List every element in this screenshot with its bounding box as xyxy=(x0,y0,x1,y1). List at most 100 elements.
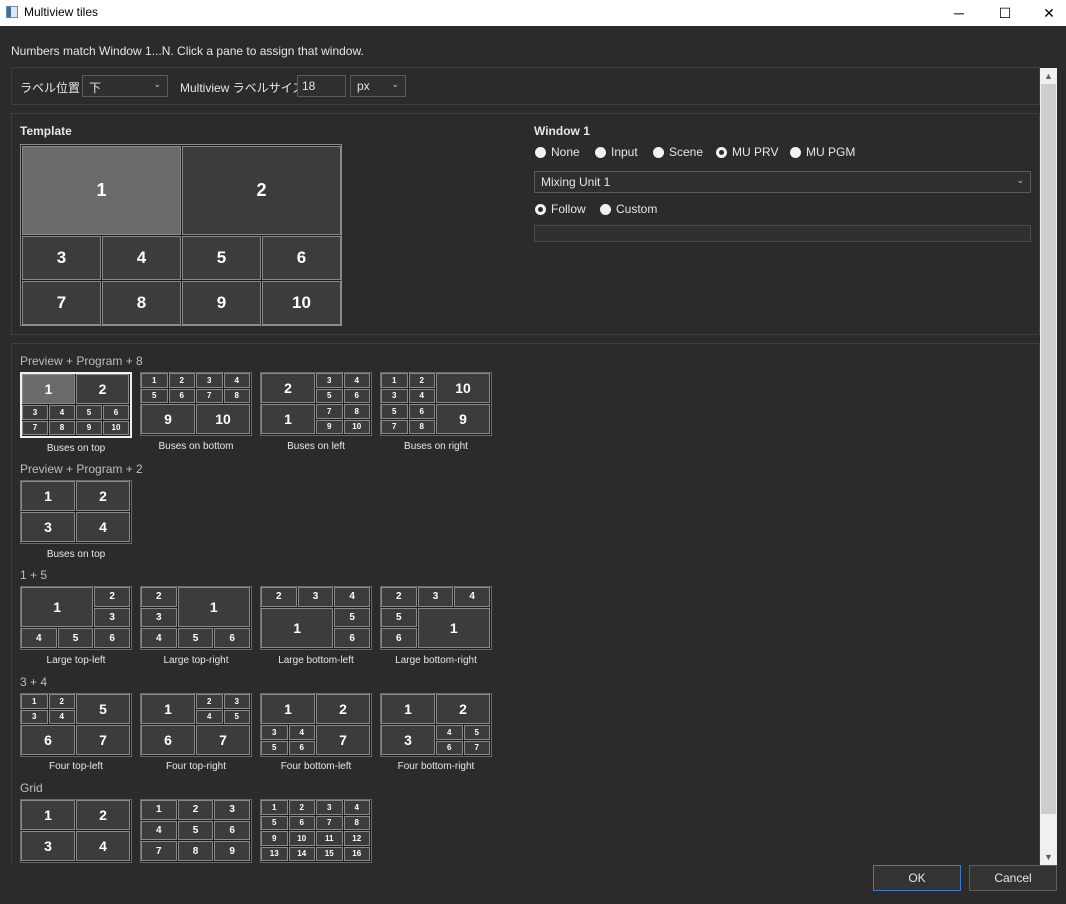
radio-checked-icon xyxy=(716,146,727,158)
thumb-large-top-left[interactable]: 123 456 xyxy=(20,586,132,650)
layout-pane-5: 5 xyxy=(76,694,130,724)
layout-pane-2: 2 xyxy=(48,694,75,709)
radio-icon xyxy=(790,146,801,158)
layout-pane-9: 9 xyxy=(316,419,343,434)
thumb-grid-2x2[interactable]: 1234 xyxy=(20,799,132,863)
thumb-large-bottom-left[interactable]: 234156 xyxy=(260,586,372,650)
layout-pane-4: 4 xyxy=(454,587,490,607)
layout-pane-6: 6 xyxy=(343,388,370,403)
instruction-text: Numbers match Window 1...N. Click a pane… xyxy=(11,44,364,58)
layout-pane-4: 4 xyxy=(288,725,315,740)
layout-pane-4: 4 xyxy=(21,628,57,648)
maximize-button[interactable]: ☐ xyxy=(982,0,1028,26)
window-title: Multiview tiles xyxy=(24,5,99,19)
mode-radio-custom[interactable]: Custom xyxy=(600,202,657,216)
layout-pane-4: 4 xyxy=(334,587,370,607)
label-position-select[interactable]: 下 ⌄ xyxy=(82,75,168,97)
layout-pane-6: 6 xyxy=(103,405,129,420)
layout-pane-5: 5 xyxy=(316,388,343,403)
thumb-four-bottom-left[interactable]: 12 34567 xyxy=(260,693,372,757)
mode-radio-follow[interactable]: Follow xyxy=(535,202,586,216)
thumb-pp8-buses-bottom[interactable]: 1 2 3 4 5 6 7 8 9 10 xyxy=(140,372,252,436)
scroll-up-arrow-icon[interactable]: ▲ xyxy=(1040,68,1057,84)
minimize-button[interactable]: ─ xyxy=(936,0,982,26)
layout-pane-1: 1 xyxy=(21,800,75,830)
layout-pane-1: 1 xyxy=(21,481,75,511)
thumb-pp8-buses-top[interactable]: 1 2 3 4 5 6 7 8 9 10 xyxy=(20,372,132,438)
layout-pane-1: 1 xyxy=(261,404,315,434)
vertical-scrollbar[interactable]: ▲ ▼ xyxy=(1040,68,1057,865)
layout-pane-2: 2 xyxy=(168,373,195,388)
template-pane-10[interactable]: 10 xyxy=(262,281,341,325)
thumb-four-bottom-right[interactable]: 1234567 xyxy=(380,693,492,757)
layout-pane-1: 1 xyxy=(381,694,435,724)
layout-pane-4: 4 xyxy=(223,373,250,388)
thumb-pp8-buses-left[interactable]: 2 3 4 5 6 1 7 8 9 10 xyxy=(260,372,372,436)
source-radio-mu-pgm[interactable]: MU PGM xyxy=(790,145,855,159)
scrollbar-thumb[interactable] xyxy=(1041,84,1056,814)
template-pane-8[interactable]: 8 xyxy=(102,281,181,325)
label-size-unit-select[interactable]: px ⌄ xyxy=(350,75,406,97)
template-pane-7[interactable]: 7 xyxy=(22,281,101,325)
layout-pane-7: 7 xyxy=(316,404,343,419)
template-pane-2[interactable]: 2 xyxy=(182,146,341,235)
ok-button[interactable]: OK xyxy=(873,865,961,891)
layout-pane-2: 2 xyxy=(94,587,130,607)
thumb-pp2-buses-top[interactable]: 1234 xyxy=(20,480,132,544)
source-radio-scene[interactable]: Scene xyxy=(653,145,703,159)
layout-pane-3: 3 xyxy=(21,709,48,724)
caption-buses-on-top: Buses on top xyxy=(46,443,106,454)
close-button[interactable]: ✕ xyxy=(1026,0,1066,26)
thumb-large-top-right[interactable]: 231456 xyxy=(140,586,252,650)
layout-pane-10: 10 xyxy=(196,404,250,434)
template-pane-1[interactable]: 1 xyxy=(22,146,181,235)
source-radio-input[interactable]: Input xyxy=(595,145,638,159)
layout-pane-8: 8 xyxy=(343,404,370,419)
thumb-grid-3x3[interactable]: 123 456 789 xyxy=(140,799,252,863)
thumb-pp8-buses-right[interactable]: 1 2 3 4 10 5 6 7 8 9 xyxy=(380,372,492,436)
thumb-four-top-left[interactable]: 1234567 xyxy=(20,693,132,757)
layout-pane-5: 5 xyxy=(463,725,490,740)
cancel-button[interactable]: Cancel xyxy=(969,865,1057,891)
layout-pane-5: 5 xyxy=(381,404,408,419)
template-pane-6[interactable]: 6 xyxy=(262,236,341,280)
layout-pane-12: 12 xyxy=(343,831,370,846)
thumb-large-bottom-right[interactable]: 234 561 xyxy=(380,586,492,650)
layout-pane-6: 6 xyxy=(141,725,195,755)
layout-pane-2: 2 xyxy=(316,694,370,724)
template-pane-9[interactable]: 9 xyxy=(182,281,261,325)
caption-buses-on-left: Buses on left xyxy=(287,441,345,452)
layout-pane-7: 7 xyxy=(196,388,223,403)
layout-pane-10: 10 xyxy=(103,420,129,435)
custom-text-field[interactable] xyxy=(534,225,1031,242)
layout-pane-6: 6 xyxy=(214,628,250,648)
layout-pane-10: 10 xyxy=(288,831,315,846)
template-pane-5[interactable]: 5 xyxy=(182,236,261,280)
label-size-input[interactable]: 18 xyxy=(297,75,346,97)
thumb-grid-4x4[interactable]: 1 2 3 4 5 6 7 8 9 10 11 12 13 14 15 16 xyxy=(260,799,372,863)
template-pane-4[interactable]: 4 xyxy=(102,236,181,280)
template-pane-3[interactable]: 3 xyxy=(22,236,101,280)
layout-pane-3: 3 xyxy=(316,800,343,815)
caption-large-top-right: Large top-right xyxy=(163,655,229,666)
thumb-four-top-right[interactable]: 12345 67 xyxy=(140,693,252,757)
caption-four-top-right: Four top-right xyxy=(165,761,227,772)
mixing-unit-select[interactable]: Mixing Unit 1 ⌄ xyxy=(534,171,1031,193)
source-radio-none[interactable]: None xyxy=(535,145,580,159)
layout-pane-7: 7 xyxy=(76,725,130,755)
layout-pane-5: 5 xyxy=(261,740,288,755)
source-radio-mu-prv[interactable]: MU PRV xyxy=(716,145,778,159)
layout-pane-4: 4 xyxy=(76,831,130,861)
radio-label: Scene xyxy=(669,145,704,159)
radio-icon xyxy=(600,203,611,215)
caption-large-bottom-left: Large bottom-left xyxy=(278,655,354,666)
layout-pane-4: 4 xyxy=(343,800,370,815)
scroll-down-arrow-icon[interactable]: ▼ xyxy=(1040,849,1057,865)
label-size-label: Multiview ラベルサイズ xyxy=(180,81,305,95)
layout-pane-1: 1 xyxy=(261,607,334,648)
layout-pane-2: 2 xyxy=(76,481,130,511)
radio-label: MU PRV xyxy=(732,145,779,159)
group-title-3-plus-4: 3 + 4 xyxy=(20,675,48,689)
caption-buses-on-right: Buses on right xyxy=(404,441,468,452)
layout-pane-9: 9 xyxy=(214,841,250,861)
